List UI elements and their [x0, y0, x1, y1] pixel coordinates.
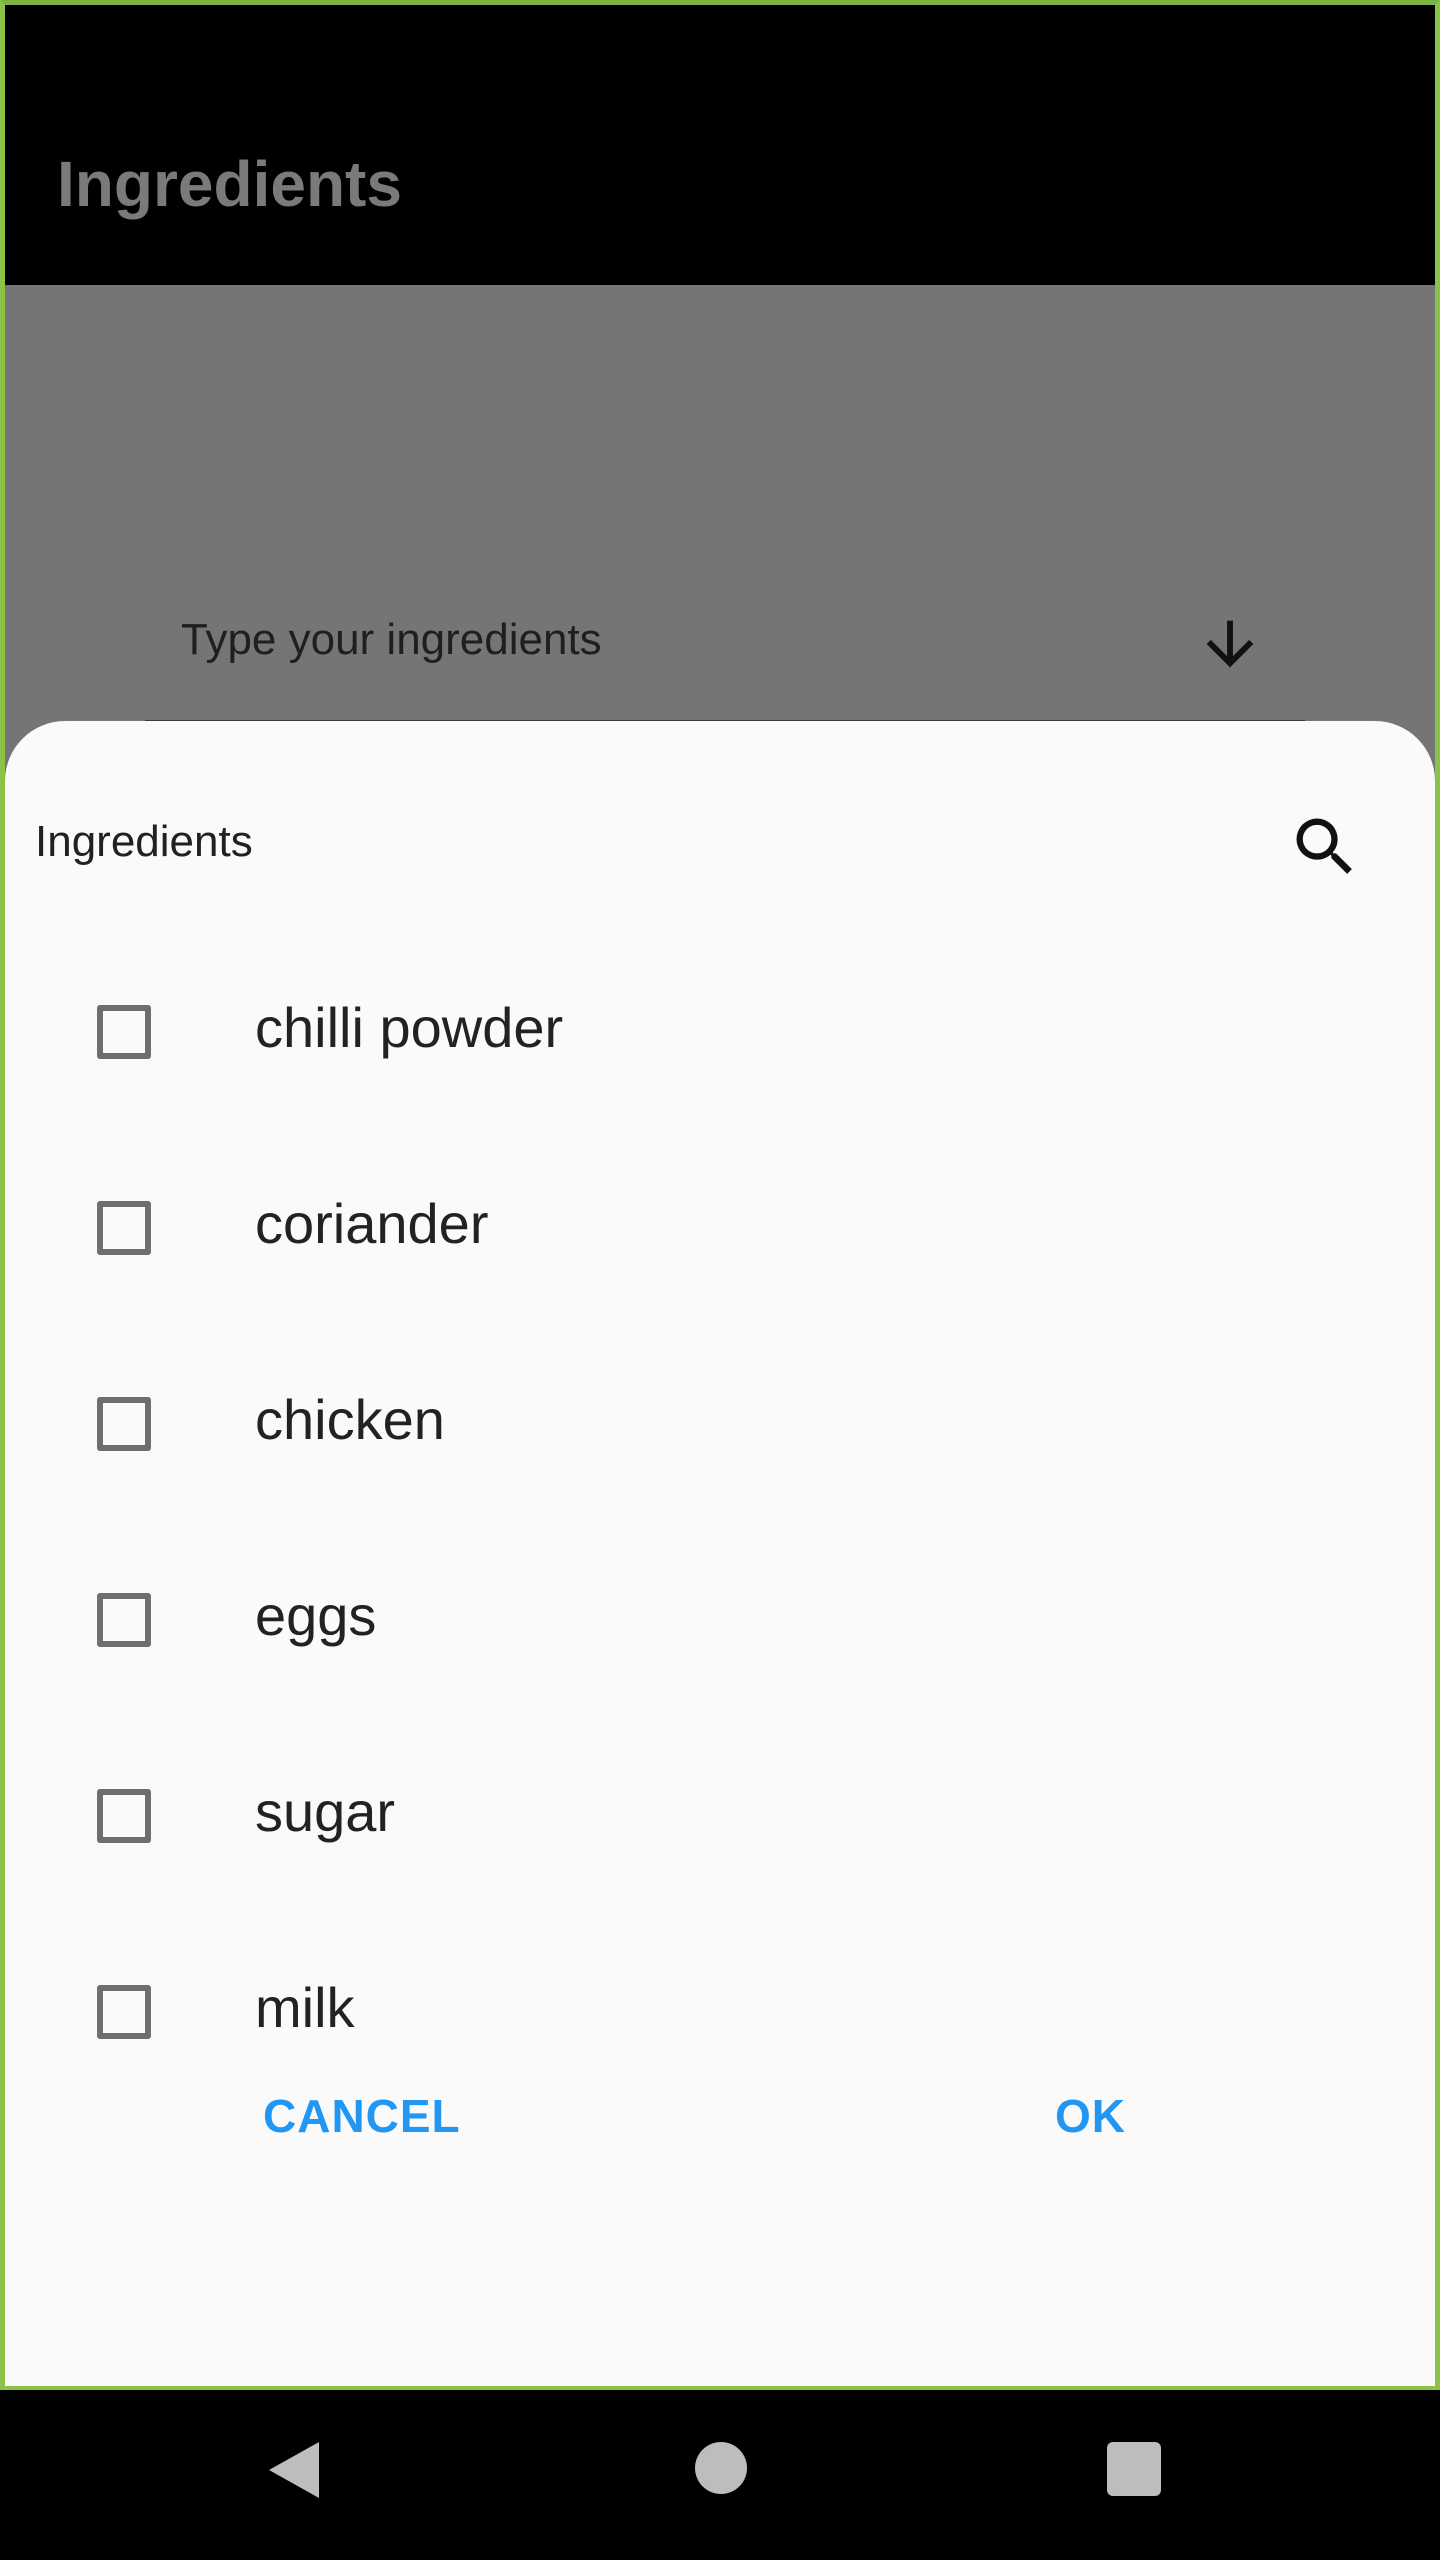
ingredient-field-placeholder: Type your ingredients [181, 615, 602, 664]
checkbox[interactable] [97, 1593, 151, 1647]
item-label: coriander [255, 1192, 489, 1255]
status-bar [5, 5, 1435, 85]
item-label: chilli powder [255, 996, 564, 1059]
home-circle-icon[interactable] [695, 2442, 747, 2494]
arrow-down-icon[interactable] [1195, 609, 1265, 679]
ingredient-list[interactable]: chilli powder coriander chicken eggs sug… [5, 941, 1435, 2051]
item-label: milk [255, 1976, 355, 2039]
item-label: eggs [255, 1584, 377, 1647]
dialog-title: Ingredients [35, 817, 253, 866]
list-item[interactable]: sugar [5, 1725, 1435, 1921]
checkbox[interactable] [97, 1985, 151, 2039]
checkbox[interactable] [97, 1789, 151, 1843]
checkbox[interactable] [97, 1005, 151, 1059]
app-bar: Ingredients [5, 85, 1435, 285]
app-screen: Ingredients Type your ingredients Ingred… [0, 0, 1440, 2390]
navigation-bar [0, 2390, 1440, 2560]
item-label: chicken [255, 1388, 445, 1451]
ingredient-dropdown-field[interactable]: Type your ingredients [145, 585, 1305, 723]
item-label: sugar [255, 1780, 396, 1843]
cancel-button[interactable]: CANCEL [263, 2089, 461, 2143]
list-item[interactable]: coriander [5, 1137, 1435, 1333]
list-item[interactable]: chicken [5, 1333, 1435, 1529]
ingredients-dialog: Ingredients chilli powder coriander chic… [5, 721, 1435, 2386]
list-item[interactable]: chilli powder [5, 941, 1435, 1137]
back-triangle-icon[interactable] [265, 2440, 323, 2500]
search-icon[interactable] [1287, 809, 1363, 885]
dialog-actions: CANCEL OK [5, 2051, 1435, 2181]
checkbox[interactable] [97, 1201, 151, 1255]
recents-square-icon[interactable] [1107, 2442, 1161, 2496]
ok-button[interactable]: OK [1055, 2089, 1126, 2143]
list-item[interactable]: eggs [5, 1529, 1435, 1725]
list-item[interactable]: milk [5, 1921, 1435, 2051]
page-title: Ingredients [57, 148, 402, 220]
checkbox[interactable] [97, 1397, 151, 1451]
